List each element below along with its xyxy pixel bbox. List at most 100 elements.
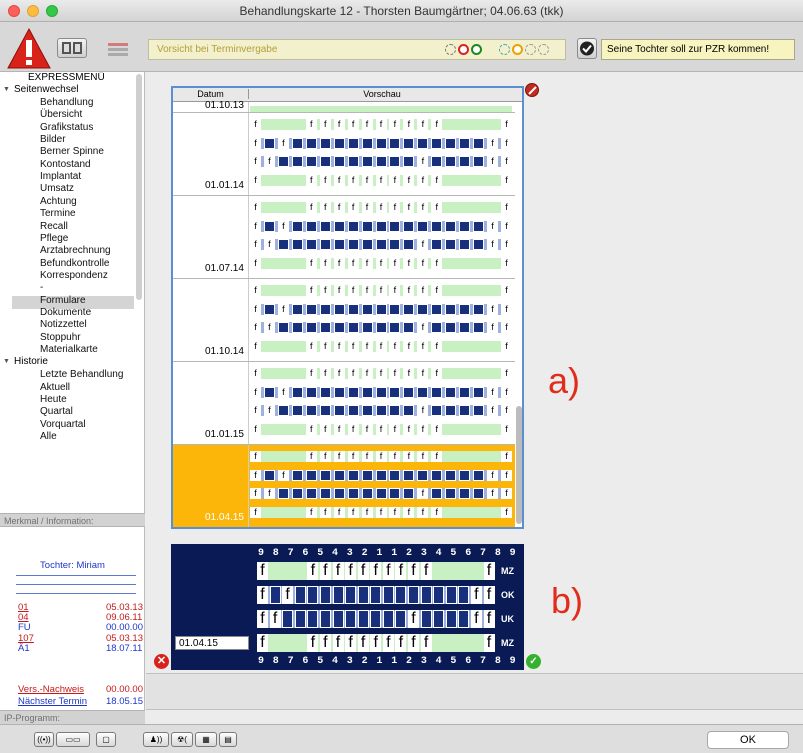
tooth-cell[interactable] (361, 156, 373, 167)
tooth-cell[interactable]: f (403, 340, 415, 352)
tooth-cell[interactable] (291, 239, 303, 250)
person-audio-icon[interactable]: ♟)) (143, 732, 169, 747)
sidebar-item[interactable]: Termine (40, 208, 76, 220)
tooth-cell[interactable]: f (403, 119, 415, 130)
tooth-cell[interactable]: f (501, 469, 512, 481)
tooth-cell[interactable] (361, 469, 373, 481)
tooth-cell[interactable]: f (487, 322, 499, 333)
tooth-cell[interactable]: f (487, 405, 499, 416)
tooth-cell[interactable]: f (417, 451, 429, 462)
tooth-cell[interactable]: f (501, 340, 512, 352)
tooth-cell[interactable]: f (345, 562, 357, 580)
tooth-cell[interactable]: f (250, 469, 261, 481)
tooth-cell[interactable] (319, 303, 331, 315)
tooth-cell[interactable]: f (431, 451, 443, 462)
tooth-cell[interactable] (445, 586, 457, 604)
tooth-cell[interactable] (445, 303, 457, 315)
tooth-cell[interactable]: f (431, 202, 443, 213)
tooth-cell[interactable]: f (375, 340, 387, 352)
tooth-cell[interactable] (389, 322, 401, 333)
tooth-cell[interactable] (361, 137, 373, 149)
tooth-cell[interactable]: f (417, 423, 429, 435)
sidebar-item[interactable]: Übersicht (40, 109, 82, 121)
tooth-cell[interactable]: f (277, 220, 289, 232)
tooth-cell[interactable]: f (361, 506, 373, 518)
tooth-cell[interactable]: f (250, 285, 261, 296)
tooth-cell[interactable] (459, 469, 471, 481)
sidebar-item[interactable]: Formulare (40, 295, 86, 307)
tooth-cell[interactable]: f (319, 562, 331, 580)
tooth-cell[interactable]: f (417, 405, 429, 416)
tooth-row-ok[interactable]: ffff (250, 469, 512, 481)
tooth-cell[interactable] (307, 610, 319, 628)
tooth-cell[interactable]: f (431, 257, 443, 269)
tooth-cell[interactable]: f (357, 634, 369, 652)
tooth-cell[interactable]: f (250, 368, 261, 379)
tooth-cell[interactable]: f (403, 451, 415, 462)
tooth-cell[interactable] (473, 137, 485, 149)
tooth-cell[interactable]: f (263, 156, 275, 167)
tooth-cell[interactable]: f (277, 303, 289, 315)
tooth-cell[interactable] (291, 303, 303, 315)
tooth-cell[interactable] (403, 469, 415, 481)
tooth-cell[interactable] (291, 386, 303, 398)
tooth-cell[interactable]: f (319, 174, 331, 186)
tooth-cell[interactable] (445, 469, 457, 481)
tooth-cell[interactable]: f (250, 137, 261, 149)
tooth-row-mz[interactable]: ffffffffffff (250, 119, 512, 130)
sidebar-item[interactable]: Alle (40, 431, 57, 443)
tooth-cell[interactable]: f (305, 451, 317, 462)
tooth-cell[interactable] (319, 386, 331, 398)
tooth-cell[interactable]: f (487, 386, 499, 398)
tooth-cell[interactable]: f (389, 423, 401, 435)
tooth-schema-editor[interactable]: 9 8 7 6 5 4 3 2 1 1 2 3 4 5 6 7 8 9 9 8 … (171, 544, 524, 670)
status-dot-gray-icon[interactable] (525, 44, 536, 55)
tooth-cell[interactable] (473, 239, 485, 250)
sidebar-item[interactable]: Umsatz (40, 183, 74, 195)
tooth-cell[interactable] (345, 610, 357, 628)
tooth-cell[interactable] (319, 586, 331, 604)
tooth-cell[interactable]: f (347, 202, 359, 213)
tooth-cell[interactable] (361, 405, 373, 416)
sidebar-item[interactable]: Dokumente (40, 307, 91, 319)
tooth-cell[interactable] (458, 586, 470, 604)
tooth-cell[interactable] (319, 137, 331, 149)
tooth-cell[interactable]: f (501, 137, 512, 149)
tooth-cell[interactable]: f (332, 634, 344, 652)
tooth-cell[interactable]: f (403, 423, 415, 435)
sidebar-item[interactable]: Bilder (40, 134, 66, 146)
tooth-cell[interactable]: f (431, 368, 443, 379)
sidebar-item[interactable]: Heute (40, 394, 67, 406)
express-menu-label[interactable]: EXPRESSMENÜ (28, 72, 105, 83)
tooth-cell[interactable]: f (319, 506, 331, 518)
tooth-cell[interactable]: f (250, 488, 261, 499)
tooth-cell[interactable] (305, 137, 317, 149)
sidebar-item[interactable]: Kontostand (40, 159, 91, 171)
tooth-cell[interactable]: f (319, 257, 331, 269)
warning-field[interactable]: Vorsicht bei Terminvergabe (148, 39, 566, 60)
tooth-cell[interactable] (347, 322, 359, 333)
warning-icon[interactable] (6, 26, 52, 72)
tooth-cell[interactable] (305, 469, 317, 481)
tooth-cell[interactable]: f (277, 469, 289, 481)
tooth-cell[interactable] (347, 156, 359, 167)
tooth-row-uk[interactable]: fffff (250, 405, 512, 416)
column-vorschau[interactable]: Vorschau (250, 89, 514, 99)
tooth-cell[interactable] (389, 239, 401, 250)
tooth-cell[interactable]: f (361, 119, 373, 130)
tooth-cell[interactable] (305, 405, 317, 416)
tooth-cell[interactable]: f (375, 202, 387, 213)
tooth-cell[interactable] (307, 586, 319, 604)
tooth-cell[interactable] (458, 610, 470, 628)
list-scrollbar[interactable] (516, 406, 522, 524)
tooth-row-ok[interactable]: ffff (257, 586, 495, 604)
radiation-icon[interactable]: ☢( (171, 732, 193, 747)
tooth-cell[interactable]: f (417, 156, 429, 167)
tooth-cell[interactable]: f (501, 405, 512, 416)
tooth-cell[interactable] (433, 610, 445, 628)
tooth-cell[interactable] (395, 586, 407, 604)
tooth-cell[interactable]: f (483, 562, 495, 580)
tooth-cell[interactable] (319, 469, 331, 481)
tooth-cell[interactable]: f (361, 340, 373, 352)
tooth-cell[interactable]: f (361, 451, 373, 462)
